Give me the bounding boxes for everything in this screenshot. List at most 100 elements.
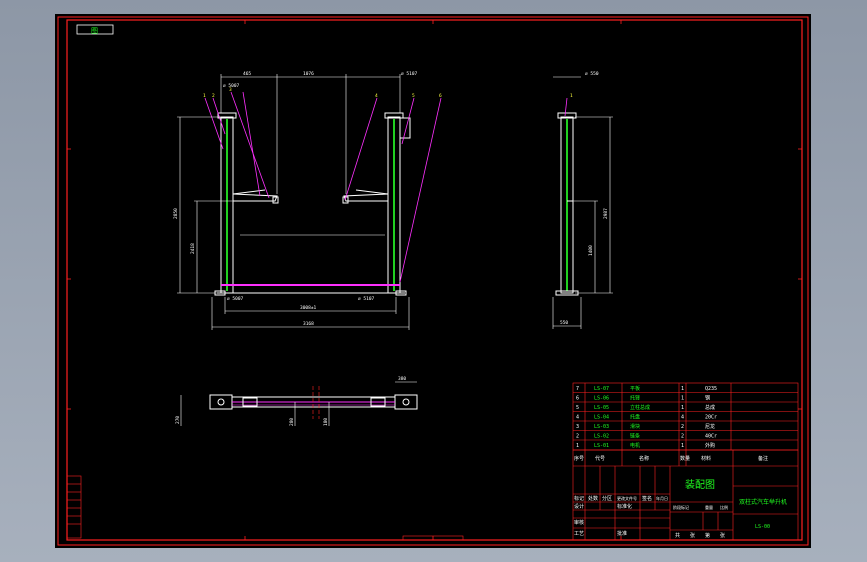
lbl-review: 审核 bbox=[574, 519, 584, 526]
bom-cell-qty: 2 bbox=[681, 424, 684, 430]
bom-cell-name: 链条 bbox=[630, 433, 640, 440]
dim-side-top: ⌀ 550 bbox=[585, 71, 599, 77]
front-dim-lines bbox=[177, 74, 410, 330]
lbl-standard: 标准化 bbox=[617, 503, 632, 510]
lbl-mark: 标记 bbox=[574, 495, 584, 502]
bom-cell-name: 托盘 bbox=[630, 414, 640, 421]
balloon-2: 2 bbox=[212, 93, 215, 99]
bom-cell-qty: 2 bbox=[681, 434, 684, 440]
bom-cell-mat: 尼龙 bbox=[705, 423, 715, 430]
drawing-sheet: 图 1 2 3 4 5 6 465 1076 ⌀ 5107 ⌀ 5007 285… bbox=[55, 14, 811, 548]
side-view[interactable]: 1 ⌀ 550 2987 1400 550 bbox=[552, 71, 613, 329]
bom-cell-no: 5 bbox=[576, 405, 579, 411]
top-view[interactable]: 380 270 280 180 bbox=[175, 376, 418, 426]
bom-cell-mat: Q235 bbox=[705, 386, 717, 392]
lbl-sheet-d: 张 bbox=[720, 532, 725, 539]
dim-top-side: 270 bbox=[175, 416, 181, 424]
dim-side-base: 550 bbox=[560, 320, 568, 326]
lbl-zone: 分区 bbox=[602, 495, 612, 502]
balloon-6: 6 bbox=[439, 93, 442, 99]
title-block-text: 序号 代号 名称 数量 材料 备注 标记 处数 分区 更改文件号 签名 年月日 … bbox=[574, 455, 787, 539]
dim-top-center-a: 280 bbox=[289, 418, 295, 426]
dim-top-width: 380 bbox=[398, 376, 406, 382]
bom-cell-code: LS-04 bbox=[594, 415, 609, 421]
leader-lines bbox=[204, 91, 442, 283]
dim-height-mid: 2418 bbox=[190, 243, 196, 254]
hdr-note: 备注 bbox=[758, 455, 768, 462]
bom-cell-name: 电机 bbox=[630, 442, 640, 449]
lbl-count: 处数 bbox=[588, 495, 598, 502]
lbl-approve: 批准 bbox=[617, 530, 627, 537]
lbl-sheet-b: 张 bbox=[690, 532, 695, 539]
bom-cell-code: LS-01 bbox=[594, 443, 609, 449]
drawing-no: LS-00 bbox=[755, 524, 770, 530]
lbl-process: 工艺 bbox=[574, 531, 584, 537]
front-dim-text: 465 1076 ⌀ 5107 ⌀ 5007 2850 2418 ⌀ 5007 … bbox=[173, 71, 418, 327]
bom-cell-name: 滑块 bbox=[630, 423, 640, 430]
drawing-title: 装配图 bbox=[685, 478, 715, 491]
bom-cell-no: 7 bbox=[576, 386, 579, 392]
bom-cell-qty: 1 bbox=[681, 405, 684, 411]
bom-cell-code: LS-02 bbox=[594, 434, 609, 440]
bom-cell-no: 4 bbox=[576, 415, 579, 421]
bom-cell-no: 6 bbox=[576, 396, 579, 402]
product-name: 双柱式汽车举升机 bbox=[739, 498, 787, 506]
hdr-name: 名称 bbox=[639, 455, 649, 462]
bom-cell-mat: 钢 bbox=[705, 395, 710, 402]
dim-top-right: ⌀ 5107 bbox=[401, 71, 418, 77]
dim-top-mid: 1076 bbox=[303, 71, 314, 77]
bom-cell-name: 托臂 bbox=[630, 395, 640, 402]
top-dim-lines bbox=[180, 381, 417, 426]
lbl-weight: 重量 bbox=[705, 504, 713, 510]
balloon-5: 5 bbox=[412, 93, 415, 99]
bom-cell-no: 2 bbox=[576, 434, 579, 440]
balloon-4: 4 bbox=[375, 93, 378, 99]
bom-cell-mat: 20Cr bbox=[705, 415, 717, 421]
lbl-sheet-a: 共 bbox=[675, 532, 680, 539]
dim-top-center-b: 180 bbox=[323, 418, 329, 426]
hdr-no: 序号 bbox=[574, 455, 584, 462]
left-arm bbox=[232, 193, 278, 202]
bom-cell-qty: 1 bbox=[681, 396, 684, 402]
lbl-change: 更改文件号 bbox=[617, 495, 637, 501]
dim-height-total: 2850 bbox=[173, 208, 179, 219]
bom-cell-mat: 总成 bbox=[705, 404, 715, 411]
lbl-date: 年月日 bbox=[656, 495, 668, 501]
bom-cell-code: LS-05 bbox=[594, 405, 609, 411]
dim-side-height: 2987 bbox=[603, 208, 609, 219]
lbl-stage: 阶段标记 bbox=[673, 504, 689, 510]
motor-box bbox=[399, 117, 411, 139]
dim-dia-left: ⌀ 5007 bbox=[223, 83, 240, 89]
bom-cell-mat: 40Cr bbox=[705, 434, 717, 440]
lbl-design: 设计 bbox=[574, 503, 584, 510]
bom-cell-no: 1 bbox=[576, 443, 579, 449]
bom-cell-name: 平板 bbox=[630, 385, 640, 392]
bom-cell-qty: 1 bbox=[681, 443, 684, 449]
side-balloon-1: 1 bbox=[570, 93, 573, 99]
bom-text: 7 LS-07 平板 1 Q235 6 LS-06 托臂 1 钢 5 LS-05 立柱总成 1 总成 4 LS-… bbox=[576, 385, 717, 449]
cad-viewport[interactable]: 图 1 2 3 4 5 6 465 1076 ⌀ 5107 ⌀ 5007 285… bbox=[0, 0, 867, 562]
front-view[interactable]: 1 2 3 4 5 6 465 1076 ⌀ 5107 ⌀ 5007 2850 … bbox=[173, 71, 442, 330]
dim-span-inner: 3008±1 bbox=[300, 305, 317, 311]
bom-cell-name: 立柱总成 bbox=[630, 404, 650, 411]
dim-top-left: 465 bbox=[243, 71, 251, 77]
left-mini-table bbox=[66, 475, 82, 539]
dim-bottom-left: ⌀ 5007 bbox=[227, 296, 244, 302]
right-arm bbox=[343, 193, 389, 202]
lbl-sign: 签名 bbox=[642, 495, 652, 502]
inner-frame bbox=[66, 19, 803, 541]
drawing-canvas: 图 1 2 3 4 5 6 465 1076 ⌀ 5107 ⌀ 5007 285… bbox=[57, 16, 809, 546]
lbl-scale: 比例 bbox=[720, 504, 728, 510]
hdr-qty: 数量 bbox=[680, 455, 690, 462]
dim-span-total: 3168 bbox=[303, 321, 314, 327]
bom-cell-no: 3 bbox=[576, 424, 579, 430]
bom-cell-qty: 1 bbox=[681, 386, 684, 392]
title-tag: 图 bbox=[91, 27, 98, 35]
bom-cell-code: LS-03 bbox=[594, 424, 609, 430]
balloon-1: 1 bbox=[203, 93, 206, 99]
lbl-sheet-c: 第 bbox=[705, 532, 710, 539]
bom-cell-code: LS-06 bbox=[594, 396, 609, 402]
dim-side-mid: 1400 bbox=[588, 245, 594, 256]
dim-bottom-right: ⌀ 5107 bbox=[358, 296, 375, 302]
zone-ticks bbox=[67, 20, 802, 540]
